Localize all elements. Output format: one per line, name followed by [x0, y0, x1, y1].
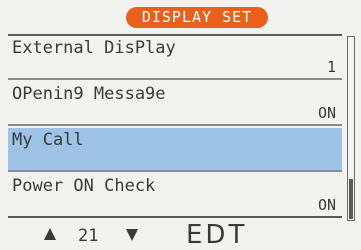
- menu-list: External DisPlay 1 OPenin9 Messa9e ON My…: [8, 34, 342, 223]
- menu-item-label: External DisPlay: [12, 38, 176, 58]
- menu-title: DISPLAY SET: [126, 7, 268, 28]
- menu-item-value: ON: [317, 196, 336, 214]
- menu-item-value: ON: [317, 104, 336, 122]
- scrollbar-thumb[interactable]: [349, 179, 353, 219]
- softkey-bar: 21 EDT: [0, 221, 361, 249]
- triangle-up-icon[interactable]: [44, 228, 56, 240]
- menu-item-my-call[interactable]: My Call: [8, 128, 342, 172]
- menu-item-label: OPenin9 Messa9e: [12, 84, 166, 104]
- channel-number: 21: [78, 226, 99, 246]
- menu-item-opening-message[interactable]: OPenin9 Messa9e ON: [8, 82, 342, 126]
- triangle-down-icon[interactable]: [126, 229, 138, 241]
- menu-item-value: 1: [326, 58, 336, 76]
- radio-display-screen: DISPLAY SET External DisPlay 1 OPenin9 M…: [0, 0, 361, 249]
- menu-item-label: My Call: [12, 130, 84, 150]
- edit-softkey[interactable]: EDT: [186, 221, 247, 249]
- menu-item-power-on-check[interactable]: Power ON Check ON: [8, 174, 342, 218]
- title-bar: DISPLAY SET: [0, 0, 361, 30]
- menu-item-label: Power ON Check: [12, 176, 156, 196]
- menu-item-external-display[interactable]: External DisPlay 1: [8, 36, 342, 80]
- menu-scrollbar[interactable]: [347, 36, 355, 221]
